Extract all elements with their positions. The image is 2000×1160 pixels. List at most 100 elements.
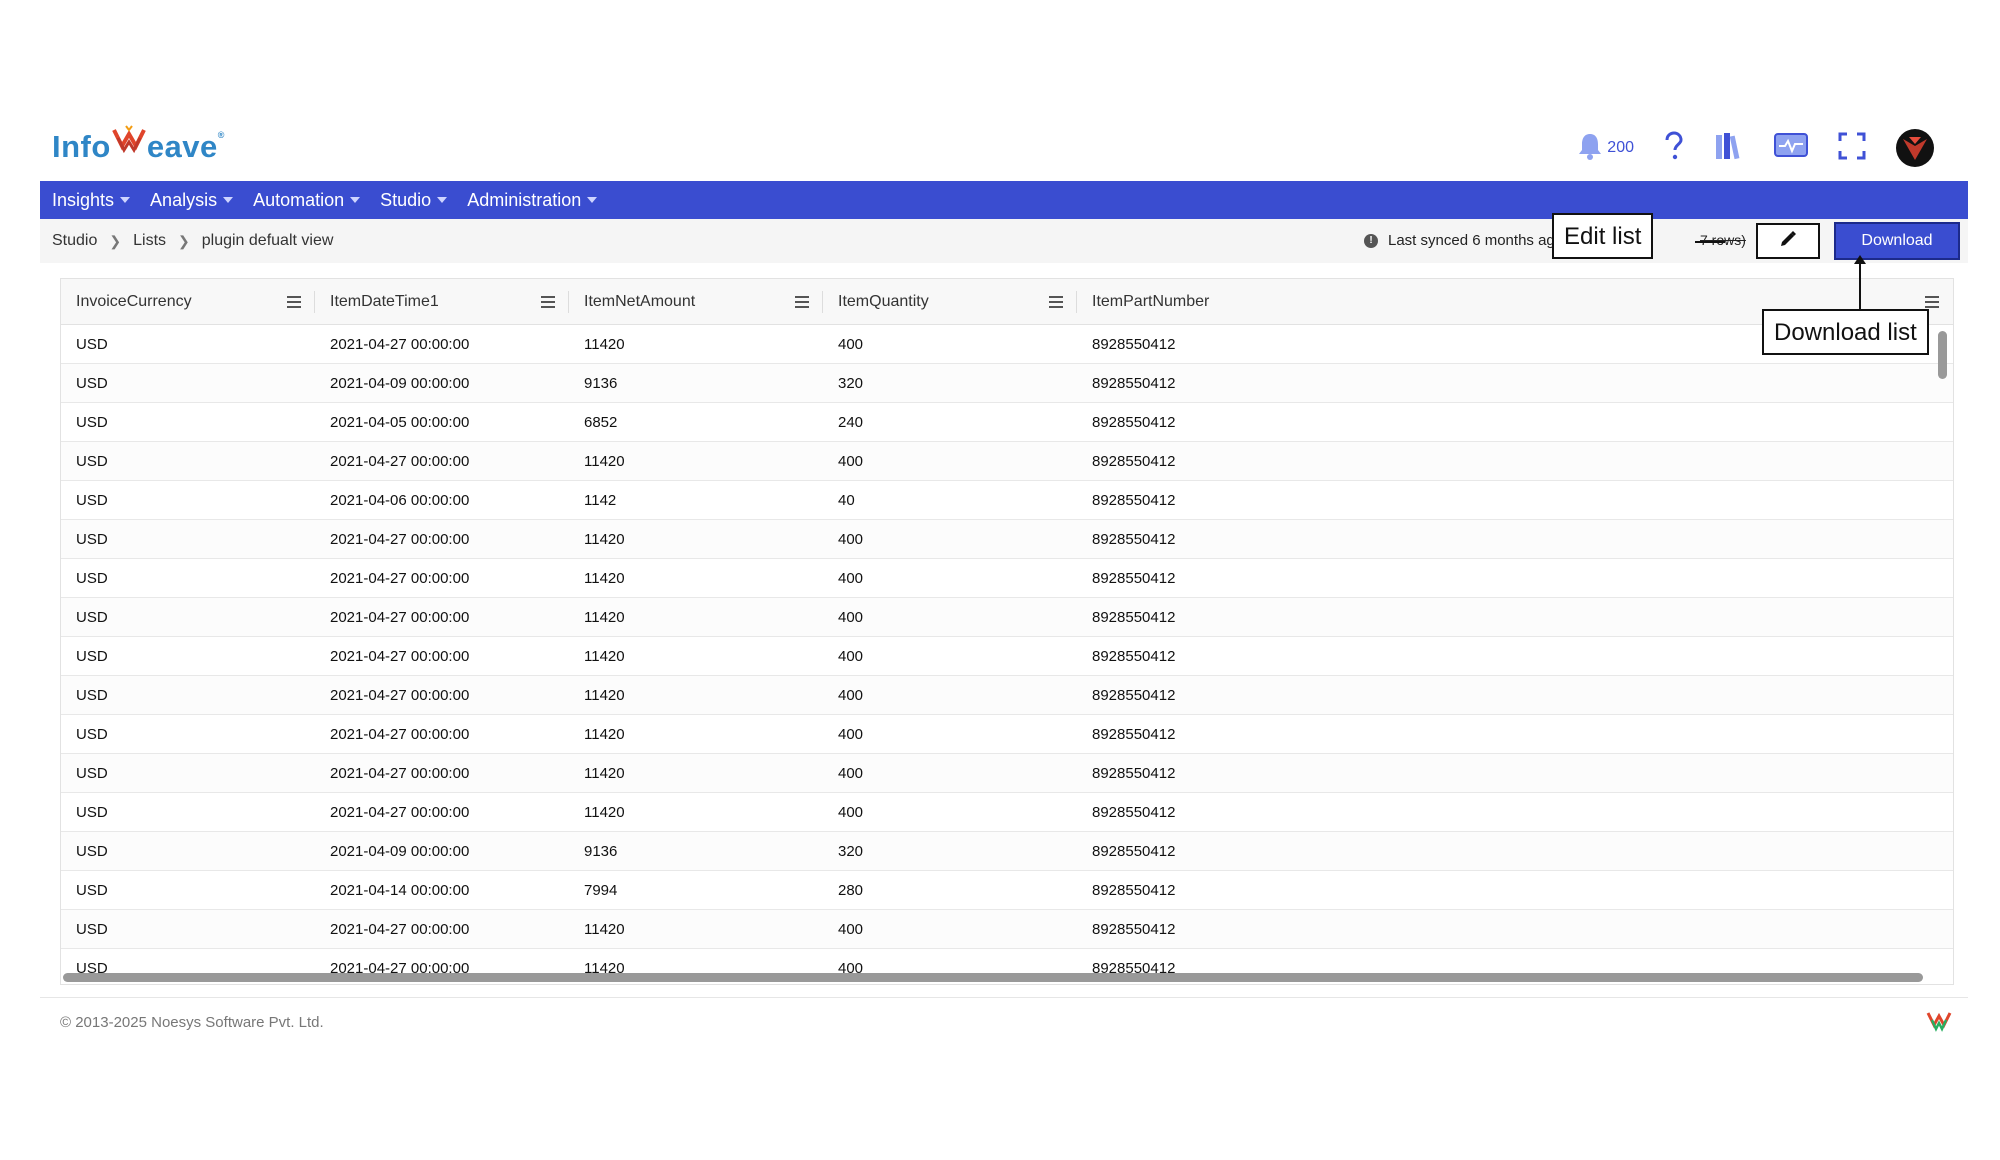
table-cell: 240: [838, 413, 864, 431]
nav-label: Automation: [253, 189, 345, 210]
table-row[interactable]: USD 2021-04-27 00:00:00 11420 400 8928550412: [61, 637, 1953, 676]
nav-label: Administration: [467, 189, 582, 210]
breadcrumb-studio[interactable]: Studio: [52, 232, 97, 250]
table-cell: 11420: [584, 764, 625, 782]
table-row[interactable]: USD 2021-04-27 00:00:00 11420 400 8928550412: [61, 676, 1953, 715]
table-cell: 40: [838, 491, 855, 509]
column-header[interactable]: ItemNetAmount: [569, 279, 823, 324]
notifications-button[interactable]: 200: [1577, 132, 1634, 165]
table-row[interactable]: USD 2021-04-27 00:00:00 11420 400 8928550412: [61, 715, 1953, 754]
nav-insights[interactable]: Insights: [52, 190, 131, 211]
sync-text: Last synced 6 months ago: [1388, 232, 1564, 249]
table-cell: 8928550412: [1092, 842, 1176, 860]
table-cell: USD: [76, 530, 108, 548]
table-cell: 11420: [584, 647, 625, 665]
column-header[interactable]: InvoiceCurrency: [61, 279, 315, 324]
fullscreen-button[interactable]: [1838, 132, 1866, 165]
nav-administration[interactable]: Administration: [467, 189, 598, 211]
table-row[interactable]: USD 2021-04-09 00:00:00 9136 320 8928550412: [61, 832, 1953, 871]
table-cell: 11420: [584, 452, 625, 470]
footer: © 2013-2025 Noesys Software Pvt. Ltd.: [40, 997, 1968, 1058]
table-cell: 400: [838, 569, 864, 587]
breadcrumb-lists[interactable]: Lists: [133, 232, 166, 250]
header: Info eave ® 200: [40, 125, 1968, 181]
registered-mark: ®: [217, 130, 225, 140]
table-cell: 400: [838, 335, 864, 353]
table-cell: 2021-04-27 00:00:00: [330, 452, 470, 470]
download-button[interactable]: Download: [1834, 222, 1960, 260]
table-cell: 11420: [584, 920, 625, 938]
table-cell: 11420: [584, 530, 625, 548]
table-cell: 400: [838, 647, 864, 665]
column-title: ItemPartNumber: [1092, 292, 1210, 310]
breadcrumb-bar: Studio ❯ Lists ❯ plugin defualt view ! L…: [40, 219, 1968, 263]
nav-automation[interactable]: Automation: [253, 189, 361, 211]
fullscreen-icon: [1838, 132, 1866, 165]
table-cell: 8928550412: [1092, 452, 1176, 470]
library-icon: [1714, 131, 1744, 166]
column-title: InvoiceCurrency: [76, 292, 192, 310]
table-cell: 8928550412: [1092, 413, 1176, 431]
table-row[interactable]: USD 2021-04-06 00:00:00 1142 40 8928550412: [61, 481, 1953, 520]
table-row[interactable]: USD 2021-04-27 00:00:00 11420 400 8928550412: [61, 325, 1953, 364]
monitor-icon: [1774, 132, 1808, 165]
table-row[interactable]: USD 2021-04-09 00:00:00 9136 320 8928550412: [61, 364, 1953, 403]
table-cell: 8928550412: [1092, 608, 1176, 626]
column-title: ItemDateTime1: [330, 292, 439, 310]
chevron-right-icon: ❯: [178, 232, 190, 249]
table-row[interactable]: USD 2021-04-27 00:00:00 11420 400 8928550412: [61, 520, 1953, 559]
table-cell: 11420: [584, 686, 625, 704]
table-cell: USD: [76, 413, 108, 431]
caret-down-icon: [587, 197, 598, 203]
table-cell: 11420: [584, 569, 625, 587]
table-cell: 8928550412: [1092, 491, 1176, 509]
nav-analysis[interactable]: Analysis: [150, 189, 234, 211]
table-row[interactable]: USD 2021-04-27 00:00:00 11420 400 8928550412: [61, 754, 1953, 793]
caret-down-icon: [437, 197, 448, 203]
footer-logo-icon: [1926, 1008, 1952, 1039]
vertical-scrollbar[interactable]: [1938, 331, 1947, 379]
caret-down-icon: [350, 197, 361, 203]
table-row[interactable]: USD 2021-04-27 00:00:00 11420 400 8928550412: [61, 598, 1953, 637]
table-cell: USD: [76, 881, 108, 899]
help-button[interactable]: [1664, 130, 1684, 166]
table-cell: 400: [838, 608, 864, 626]
table-cell: 2021-04-27 00:00:00: [330, 608, 470, 626]
table-cell: 11420: [584, 608, 625, 626]
menu-icon[interactable]: [1925, 295, 1939, 308]
edit-list-button[interactable]: [1756, 223, 1820, 259]
breadcrumb: Studio ❯ Lists ❯ plugin defualt view: [40, 232, 333, 250]
grid-header: InvoiceCurrency ItemDateTime1 ItemNetAmo…: [61, 279, 1953, 325]
table-row[interactable]: USD 2021-04-27 00:00:00 11420 400 8928550412: [61, 910, 1953, 949]
table-row[interactable]: USD 2021-04-14 00:00:00 7994 280 8928550412: [61, 871, 1953, 910]
menu-icon[interactable]: [541, 295, 555, 308]
table-row[interactable]: USD 2021-04-27 00:00:00 11420 400 8928550412: [61, 559, 1953, 598]
monitor-button[interactable]: [1774, 132, 1808, 165]
table-cell: 400: [838, 530, 864, 548]
brand-name-part2: eave: [146, 129, 218, 164]
table-cell: 2021-04-09 00:00:00: [330, 842, 470, 860]
table-row[interactable]: USD 2021-04-27 00:00:00 11420 400 8928550412: [61, 793, 1953, 832]
user-avatar[interactable]: [1896, 129, 1934, 167]
table-cell: USD: [76, 569, 108, 587]
menu-icon[interactable]: [287, 295, 301, 308]
column-header[interactable]: ItemDateTime1: [315, 279, 569, 324]
table-cell: USD: [76, 647, 108, 665]
table-row[interactable]: USD 2021-04-05 00:00:00 6852 240 8928550412: [61, 403, 1953, 442]
copyright-text: © 2013-2025 Noesys Software Pvt. Ltd.: [60, 1014, 324, 1031]
table-cell: 2021-04-06 00:00:00: [330, 491, 470, 509]
menu-icon[interactable]: [795, 295, 809, 308]
brand-logo[interactable]: Info eave ®: [52, 125, 225, 165]
menu-icon[interactable]: [1049, 295, 1063, 308]
table-cell: 8928550412: [1092, 530, 1176, 548]
nav-label: Analysis: [150, 189, 218, 210]
horizontal-scrollbar[interactable]: [63, 973, 1923, 982]
library-button[interactable]: [1714, 131, 1744, 166]
table-row[interactable]: USD 2021-04-27 00:00:00 11420 400 8928550412: [61, 442, 1953, 481]
table-cell: USD: [76, 842, 108, 860]
table-cell: 9136: [584, 842, 618, 860]
nav-studio[interactable]: Studio: [380, 190, 448, 211]
notification-count: 200: [1607, 139, 1634, 156]
info-icon: !: [1364, 233, 1378, 248]
column-header[interactable]: ItemQuantity: [823, 279, 1077, 324]
